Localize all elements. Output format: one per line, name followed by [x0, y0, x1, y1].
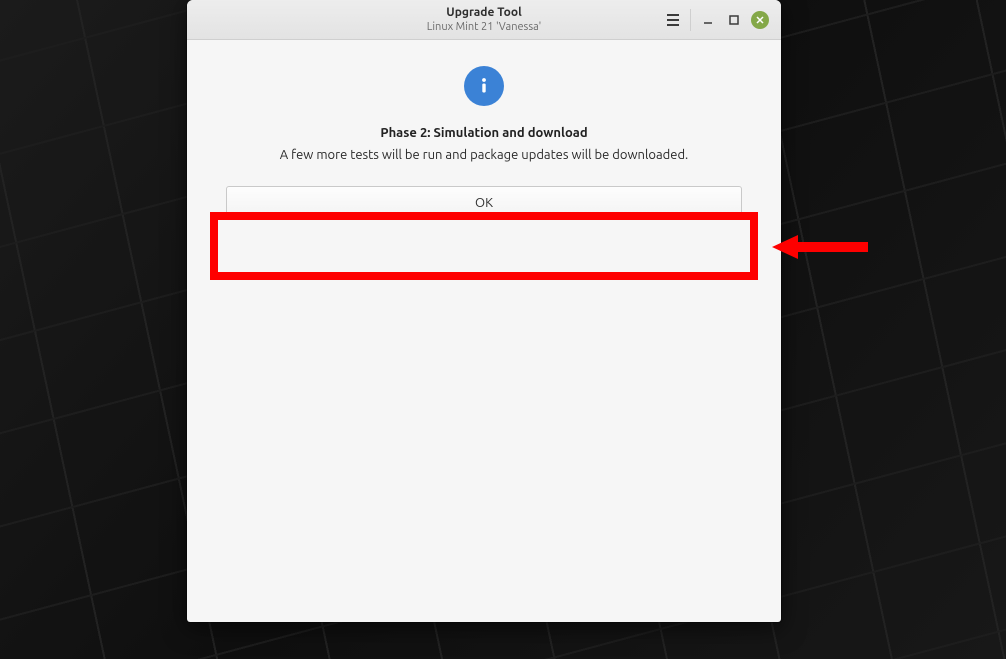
- hamburger-icon: [666, 14, 680, 26]
- close-button[interactable]: [747, 0, 773, 39]
- maximize-icon: [729, 15, 739, 25]
- close-icon: [756, 16, 764, 24]
- upgrade-tool-window: Upgrade Tool Linux Mint 21 'Vanessa': [187, 0, 781, 622]
- phase-heading: Phase 2: Simulation and download: [380, 126, 587, 140]
- window-content: Phase 2: Simulation and download A few m…: [187, 40, 781, 622]
- minimize-icon: [703, 15, 713, 25]
- info-icon: [464, 66, 504, 106]
- phase-description: A few more tests will be run and package…: [280, 148, 689, 162]
- ok-button[interactable]: OK: [226, 186, 742, 220]
- titlebar: Upgrade Tool Linux Mint 21 'Vanessa': [187, 0, 781, 40]
- hamburger-menu-button[interactable]: [660, 0, 686, 39]
- maximize-button[interactable]: [721, 0, 747, 39]
- titlebar-controls: [660, 0, 781, 39]
- titlebar-divider: [690, 9, 691, 31]
- minimize-button[interactable]: [695, 0, 721, 39]
